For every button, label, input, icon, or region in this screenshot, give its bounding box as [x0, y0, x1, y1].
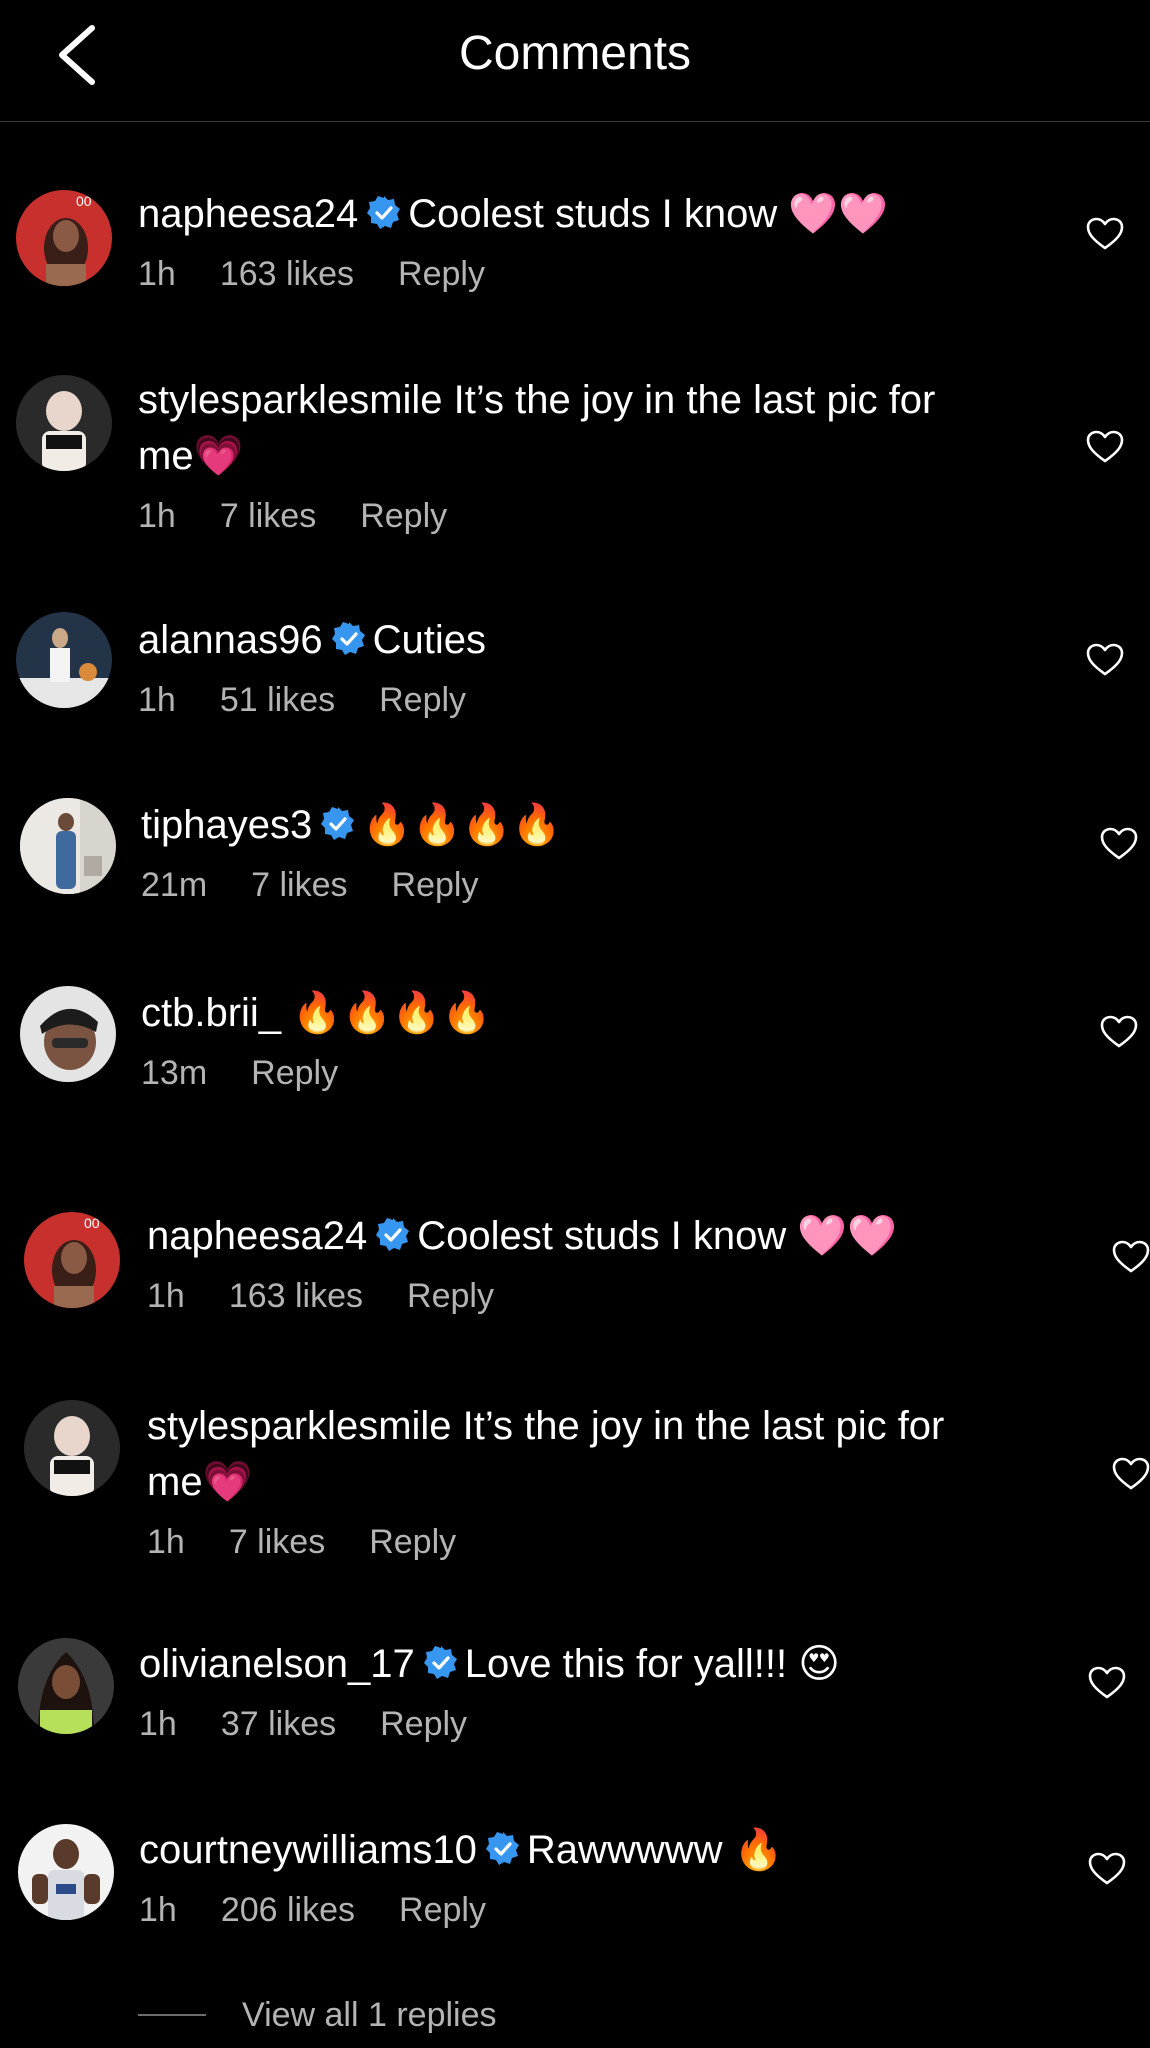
like-heart-button[interactable]: [1086, 643, 1124, 677]
heart-outline-icon: [1112, 1240, 1150, 1273]
like-heart-button[interactable]: [1112, 1457, 1150, 1491]
like-heart-button[interactable]: [1112, 1240, 1150, 1274]
like-heart-button[interactable]: [1086, 217, 1124, 251]
like-heart-button[interactable]: [1086, 430, 1124, 464]
like-heart-button[interactable]: [1088, 1852, 1126, 1886]
comment-username[interactable]: stylesparklesmile: [138, 378, 443, 422]
verified-badge-icon: [485, 1832, 519, 1865]
comment-text: 🔥🔥🔥🔥: [362, 803, 562, 847]
comment-username[interactable]: alannas96: [138, 618, 323, 662]
heart-outline-icon: [1088, 1852, 1126, 1885]
reply-button[interactable]: Reply: [251, 1054, 338, 1092]
comment-timestamp: 1h: [139, 1891, 177, 1929]
heart-outline-icon: [1088, 1666, 1126, 1699]
comment-username[interactable]: ctb.brii_: [141, 991, 281, 1035]
avatar[interactable]: [18, 1638, 114, 1734]
view-replies-link[interactable]: View all 1 replies: [138, 1990, 497, 2040]
comment-username[interactable]: tiphayes3: [141, 803, 312, 847]
comment-text: Rawwwww 🔥: [526, 1828, 784, 1872]
header-bar: Comments: [0, 0, 1150, 122]
reply-button[interactable]: Reply: [360, 497, 447, 535]
avatar[interactable]: 00: [24, 1212, 120, 1308]
like-heart-button[interactable]: [1100, 1015, 1138, 1049]
reply-button[interactable]: Reply: [380, 1705, 467, 1743]
svg-text:00: 00: [76, 193, 92, 209]
comment-username[interactable]: napheesa24: [138, 192, 358, 236]
verified-badge-icon: [367, 196, 401, 229]
like-heart-button[interactable]: [1088, 1666, 1126, 1700]
heart-outline-icon: [1112, 1457, 1150, 1490]
like-count[interactable]: 7 likes: [251, 866, 347, 904]
like-count[interactable]: 7 likes: [220, 497, 316, 535]
comment-text: Love this for yall!!! 😍: [464, 1642, 840, 1686]
verified-badge-icon: [423, 1646, 457, 1679]
like-count[interactable]: 163 likes: [220, 255, 354, 293]
comment-timestamp: 1h: [138, 681, 176, 719]
view-replies-label: View all 1 replies: [242, 1995, 497, 2034]
avatar[interactable]: [16, 375, 112, 471]
like-count[interactable]: 37 likes: [221, 1705, 336, 1743]
like-count[interactable]: 7 likes: [229, 1523, 325, 1561]
comment-username[interactable]: courtneywilliams10: [139, 1828, 477, 1872]
verified-badge-icon: [376, 1218, 410, 1251]
comment-timestamp: 13m: [141, 1054, 208, 1092]
heart-outline-icon: [1100, 1015, 1138, 1048]
comment-text: Cuties: [372, 618, 486, 662]
reply-button[interactable]: Reply: [369, 1523, 456, 1561]
verified-badge-icon: [321, 807, 355, 840]
comment-text: 🔥🔥🔥🔥: [292, 991, 492, 1035]
comment-timestamp: 1h: [138, 497, 176, 535]
svg-text:00: 00: [84, 1215, 100, 1231]
avatar[interactable]: [20, 986, 116, 1082]
comment-text: Coolest studs I know 🩷🩷: [417, 1214, 898, 1258]
reply-button[interactable]: Reply: [392, 866, 479, 904]
avatar[interactable]: [20, 798, 116, 894]
avatar[interactable]: 00: [16, 190, 112, 286]
comment-timestamp: 1h: [139, 1705, 177, 1743]
comment-text: Coolest studs I know 🩷🩷: [408, 192, 889, 236]
replies-divider: [138, 2014, 206, 2016]
heart-outline-icon: [1086, 430, 1124, 463]
like-count[interactable]: 163 likes: [229, 1277, 363, 1315]
reply-button[interactable]: Reply: [398, 255, 485, 293]
reply-button[interactable]: Reply: [399, 1891, 486, 1929]
comment-timestamp: 21m: [141, 866, 208, 904]
comment-timestamp: 1h: [147, 1277, 185, 1315]
like-heart-button[interactable]: [1100, 827, 1138, 861]
page-title: Comments: [458, 27, 692, 80]
avatar[interactable]: [16, 612, 112, 708]
avatar[interactable]: [24, 1400, 120, 1496]
comment-username[interactable]: olivianelson_17: [139, 1642, 415, 1686]
comment-username[interactable]: napheesa24: [147, 1214, 367, 1258]
verified-badge-icon: [331, 622, 365, 655]
reply-button[interactable]: Reply: [407, 1277, 494, 1315]
heart-outline-icon: [1086, 217, 1124, 250]
comment-timestamp: 1h: [147, 1523, 185, 1561]
like-count[interactable]: 206 likes: [221, 1891, 355, 1929]
comment-username[interactable]: stylesparklesmile: [147, 1404, 452, 1448]
heart-outline-icon: [1086, 643, 1124, 676]
heart-outline-icon: [1100, 827, 1138, 860]
like-count[interactable]: 51 likes: [220, 681, 335, 719]
comment-timestamp: 1h: [138, 255, 176, 293]
avatar[interactable]: [18, 1824, 114, 1920]
reply-button[interactable]: Reply: [379, 681, 466, 719]
